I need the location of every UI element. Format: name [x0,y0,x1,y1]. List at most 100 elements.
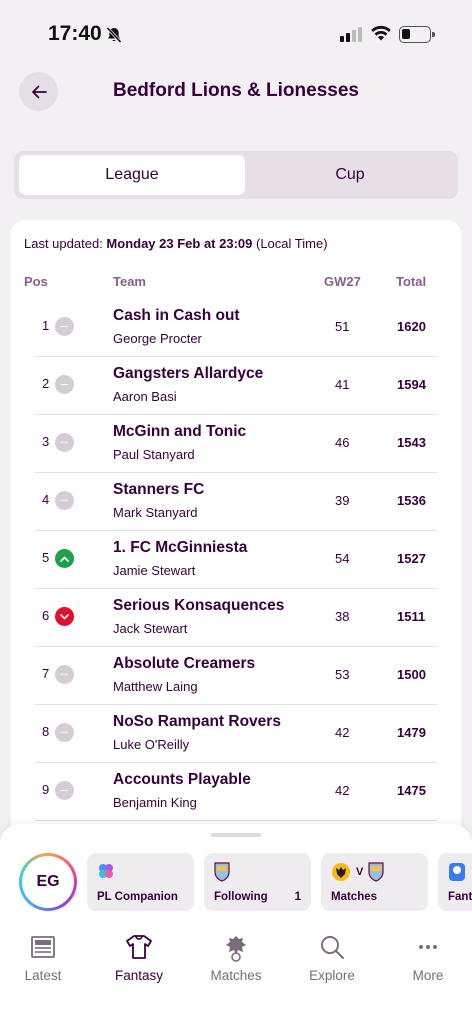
table-row[interactable]: 2 Gangsters Allardyce Aaron Basi 41 1594 [35,357,437,415]
rank-up-icon [55,549,74,568]
more-dots-icon [419,945,437,949]
total-points: 1536 [397,493,426,508]
shirt-icon [126,935,152,959]
total-points: 1620 [397,319,426,334]
tab-more[interactable]: More [383,934,472,990]
newspaper-icon [31,936,55,958]
table-row[interactable]: 5 1. FC McGinniesta Jamie Stewart 54 152… [35,531,437,589]
gameweek-points: 51 [335,319,350,334]
no-change-icon [55,723,74,742]
manager-name: Matthew Laing [113,679,198,694]
last-updated-prefix: Last updated: [24,236,103,251]
team-name: Serious Konsaquences [113,597,285,614]
matches-button[interactable]: V Matches [321,853,428,911]
row-position: 7 [42,666,50,681]
row-position: 8 [42,724,50,739]
table-row[interactable]: 4 Stanners FC Mark Stanyard 39 1536 [35,473,437,531]
team-name: Gangsters Allardyce [113,365,264,382]
standings-card: Last updated: Monday 23 Feb at 23:09 (Lo… [11,220,461,840]
header-pos: Pos [24,274,48,289]
table-row[interactable]: 7 Absolute Creamers Matthew Laing 53 150… [35,647,437,705]
team-name: McGinn and Tonic [113,423,247,440]
manager-name: Aaron Basi [113,389,177,404]
bell-muted-icon [106,26,122,44]
fantasy-chip-button[interactable]: Fant [438,853,472,911]
header-team: Team [113,274,146,289]
tab-explore[interactable]: Explore [287,934,377,990]
following-button[interactable]: Following 1 [204,853,311,911]
rank-down-icon [55,607,74,626]
avatar-initials: EG [22,856,74,908]
page-title: Bedford Lions & Lionesses [113,80,359,101]
team-name: NoSo Rampant Rovers [113,713,281,730]
pl-companion-button[interactable]: PL Companion [87,853,194,911]
manager-name: Benjamin King [113,795,197,810]
gameweek-points: 46 [335,435,350,450]
manager-name: Luke O'Reilly [113,737,190,752]
row-position: 1 [42,318,50,333]
row-position: 6 [42,608,50,623]
total-points: 1543 [397,435,426,450]
total-points: 1594 [397,377,426,392]
premier-league-lion-icon [449,863,465,881]
row-position: 9 [42,782,50,797]
no-change-icon [55,375,74,394]
tab-label: Fantasy [114,968,164,983]
manager-name: Jamie Stewart [113,563,196,578]
cellular-signal-icon [340,27,362,42]
last-updated-suffix: (Local Time) [256,236,328,251]
tab-league[interactable]: League [19,155,245,195]
total-points: 1475 [397,783,426,798]
tab-label: More [412,968,444,983]
avatar[interactable]: EG [19,853,77,911]
table-row[interactable]: 9 Accounts Playable Benjamin King 42 147… [35,763,437,821]
aston-villa-crest-icon [214,862,230,882]
table-row[interactable]: 6 Serious Konsaquences Jack Stewart 38 1… [35,589,437,647]
gameweek-points: 53 [335,667,350,682]
header-total: Total [396,274,427,289]
row-position: 3 [42,434,50,449]
team-name: Stanners FC [113,481,205,498]
gameweek-points: 54 [335,551,350,566]
no-change-icon [55,433,74,452]
status-time: 17:40 [48,22,102,45]
tab-cup[interactable]: Cup [245,155,455,195]
tab-fantasy[interactable]: Fantasy [94,934,184,990]
row-position: 5 [42,550,50,565]
manager-name: Mark Stanyard [113,505,198,520]
chip-label: Fant [448,891,472,903]
chip-label: Following [214,891,268,903]
tab-latest[interactable]: Latest [0,934,88,990]
last-updated-datetime: Monday 23 Feb at 23:09 [106,236,253,251]
gameweek-points: 38 [335,609,350,624]
total-points: 1479 [397,725,426,740]
row-position: 2 [42,376,50,391]
battery-icon [399,26,435,43]
gameweek-points: 42 [335,725,350,740]
team-name: Absolute Creamers [113,655,256,672]
total-points: 1527 [397,551,426,566]
tab-label: Explore [309,968,355,983]
tab-label: Latest [24,968,62,983]
versus-label: V [356,866,364,878]
team-name: Cash in Cash out [113,307,240,324]
aston-villa-crest-icon [368,862,384,882]
total-points: 1511 [397,609,426,624]
tab-matches[interactable]: Matches [191,934,281,990]
league-cup-toggle: League Cup [14,151,458,199]
gameweek-points: 39 [335,493,350,508]
search-icon [321,936,344,959]
gameweek-points: 41 [335,377,350,392]
table-row[interactable]: 8 NoSo Rampant Rovers Luke O'Reilly 42 1… [35,705,437,763]
chip-label: PL Companion [97,891,178,903]
header-gw: GW27 [324,274,361,289]
row-position: 4 [42,492,50,507]
wifi-icon [371,25,391,41]
bottom-sheet: EG PL Companion Following 1 V Matches Fa… [0,824,472,1024]
sparkle-icon [99,864,113,878]
table-row[interactable]: 1 Cash in Cash out George Procter 51 162… [35,299,437,357]
sheet-drag-handle[interactable] [211,833,261,837]
table-row[interactable]: 3 McGinn and Tonic Paul Stanyard 46 1543 [35,415,437,473]
team-name: Accounts Playable [113,771,251,788]
premier-league-lion-icon [226,936,246,962]
